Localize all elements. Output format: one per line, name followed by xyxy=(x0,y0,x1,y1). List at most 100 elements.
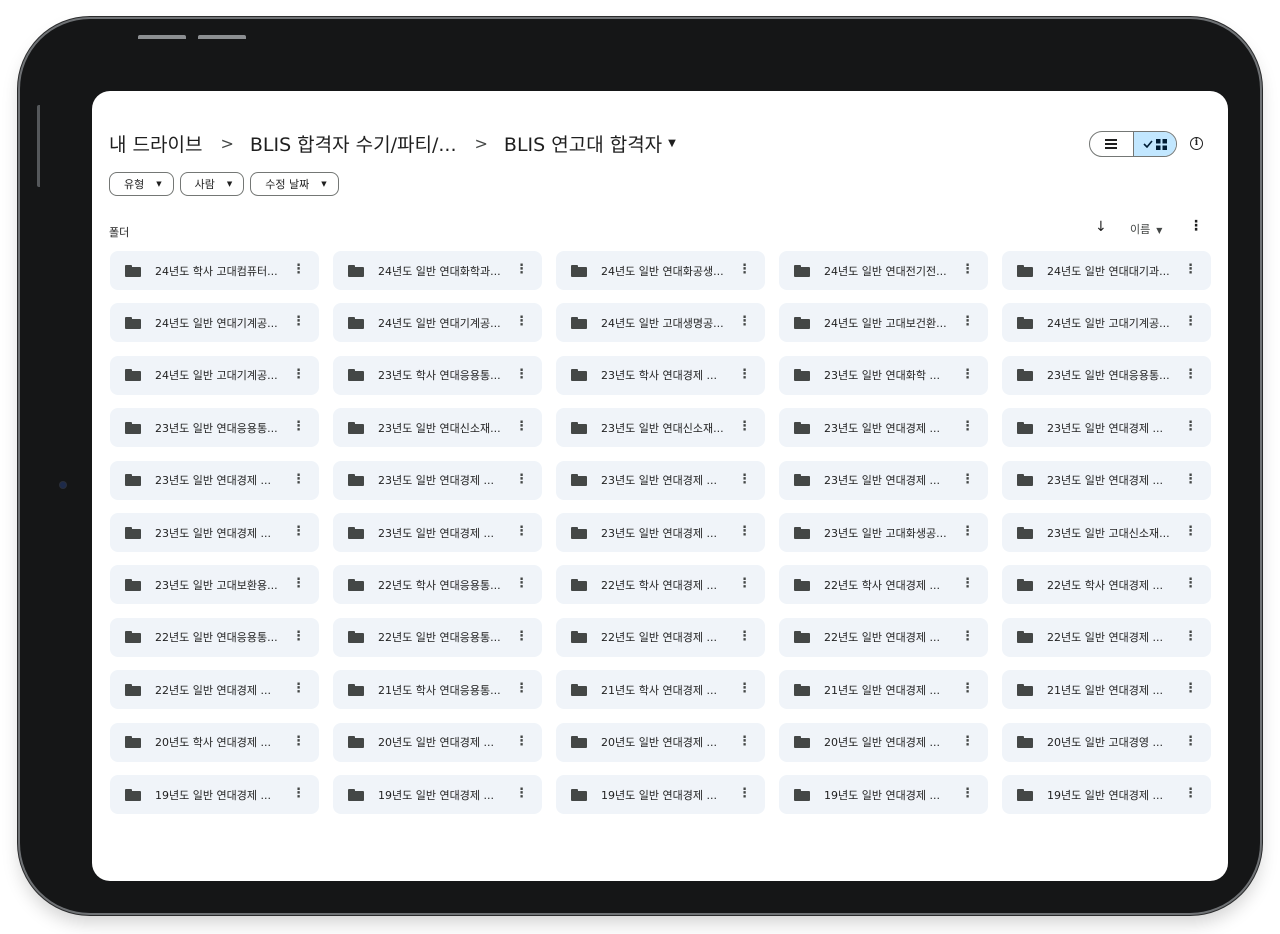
more-vert-icon[interactable]: ⋮ xyxy=(961,734,974,749)
folder-tile[interactable]: 23년도 일반 연대응용통... ⋮ xyxy=(110,408,319,448)
folder-tile[interactable]: 22년도 일반 연대응용통... ⋮ xyxy=(110,617,319,657)
folder-tile[interactable]: 23년도 일반 연대경제 ... ⋮ xyxy=(556,513,765,552)
more-vert-icon[interactable]: ⋮ xyxy=(515,472,528,487)
breadcrumb-current-folder[interactable]: BLIS 연고대 합격자 xyxy=(504,130,662,157)
info-icon[interactable]: i xyxy=(1190,137,1203,150)
more-vert-icon[interactable]: ⋮ xyxy=(515,262,528,277)
more-vert-icon[interactable]: ⋮ xyxy=(515,681,528,696)
folder-tile[interactable]: 23년도 학사 연대경제 ... ⋮ xyxy=(556,355,765,395)
breadcrumb-my-drive[interactable]: 내 드라이브 xyxy=(109,130,202,157)
folder-tile[interactable]: 24년도 일반 연대전기전... ⋮ xyxy=(779,251,988,290)
grid-view-button[interactable] xyxy=(1133,132,1176,156)
folder-tile[interactable]: 20년도 학사 연대경제 ... ⋮ xyxy=(110,722,319,762)
more-vert-icon[interactable]: ⋮ xyxy=(738,734,751,749)
more-vert-icon[interactable]: ⋮ xyxy=(738,786,751,801)
more-vert-icon[interactable]: ⋮ xyxy=(292,472,305,487)
folder-tile[interactable]: 22년도 일반 연대경제 ... ⋮ xyxy=(556,617,765,657)
more-vert-icon[interactable]: ⋮ xyxy=(961,314,974,329)
more-vert-icon[interactable]: ⋮ xyxy=(961,576,974,591)
more-vert-icon[interactable]: ⋮ xyxy=(292,576,305,591)
folder-tile[interactable]: 23년도 일반 연대경제 ... ⋮ xyxy=(110,460,319,500)
folder-tile[interactable]: 23년도 학사 연대응용통... ⋮ xyxy=(333,355,542,395)
folder-tile[interactable]: 23년도 일반 연대화학 ... ⋮ xyxy=(779,355,988,395)
folder-tile[interactable]: 23년도 일반 연대신소재... ⋮ xyxy=(333,408,542,448)
folder-tile[interactable]: 20년도 일반 연대경제 ... ⋮ xyxy=(556,722,765,762)
more-vert-icon[interactable]: ⋮ xyxy=(1184,576,1197,591)
more-vert-icon[interactable]: ⋮ xyxy=(515,419,528,434)
folder-tile[interactable]: 22년도 학사 연대경제 ... ⋮ xyxy=(779,565,988,605)
more-vert-icon[interactable]: ⋮ xyxy=(515,576,528,591)
filter-modified-chip[interactable]: 수정 날짜 ▼ xyxy=(250,172,339,196)
folder-tile[interactable]: 23년도 일반 연대경제 ... ⋮ xyxy=(779,460,988,500)
folder-tile[interactable]: 23년도 일반 연대경제 ... ⋮ xyxy=(1002,408,1211,448)
more-vert-icon[interactable]: ⋮ xyxy=(515,367,528,382)
folder-tile[interactable]: 23년도 일반 연대경제 ... ⋮ xyxy=(110,513,319,552)
folder-tile[interactable]: 23년도 일반 연대경제 ... ⋮ xyxy=(333,460,542,500)
folder-tile[interactable]: 23년도 일반 고대신소재... ⋮ xyxy=(1002,513,1211,552)
folder-tile[interactable]: 21년도 학사 연대경제 ... ⋮ xyxy=(556,670,765,710)
more-vert-icon[interactable]: ⋮ xyxy=(738,576,751,591)
folder-tile[interactable]: 24년도 일반 연대화학과... ⋮ xyxy=(333,251,542,290)
folder-tile[interactable]: 19년도 일반 연대경제 ... ⋮ xyxy=(556,775,765,814)
filter-type-chip[interactable]: 유형 ▼ xyxy=(109,172,174,196)
folder-tile[interactable]: 24년도 일반 연대기계공... ⋮ xyxy=(110,303,319,343)
more-vert-icon[interactable]: ⋮ xyxy=(515,314,528,329)
folder-tile[interactable]: 22년도 일반 연대응용통... ⋮ xyxy=(333,617,542,657)
folder-tile[interactable]: 24년도 일반 연대화공생... ⋮ xyxy=(556,251,765,290)
more-vert-icon[interactable]: ⋮ xyxy=(961,262,974,277)
folder-tile[interactable]: 24년도 학사 고대컴퓨터... ⋮ xyxy=(110,251,319,290)
folder-tile[interactable]: 23년도 일반 연대경제 ... ⋮ xyxy=(779,408,988,448)
more-vert-icon[interactable]: ⋮ xyxy=(738,524,751,539)
breadcrumb-parent-folder[interactable]: BLIS 합격자 수기/파티/... xyxy=(250,130,457,157)
more-vert-icon[interactable]: ⋮ xyxy=(515,629,528,644)
more-vert-icon[interactable]: ⋮ xyxy=(1184,262,1197,277)
more-vert-icon[interactable]: ⋮ xyxy=(961,367,974,382)
folder-tile[interactable]: 23년도 일반 연대신소재... ⋮ xyxy=(556,408,765,448)
more-vert-icon[interactable]: ⋮ xyxy=(961,524,974,539)
folder-tile[interactable]: 22년도 일반 연대경제 ... ⋮ xyxy=(1002,617,1211,657)
more-vert-icon[interactable]: ⋮ xyxy=(738,629,751,644)
more-vert-icon[interactable]: ⋮ xyxy=(292,681,305,696)
folder-tile[interactable]: 22년도 학사 연대응용통... ⋮ xyxy=(333,565,542,605)
folder-tile[interactable]: 24년도 일반 고대기계공... ⋮ xyxy=(110,355,319,395)
more-vert-icon[interactable]: ⋮ xyxy=(738,314,751,329)
more-vert-icon[interactable]: ⋮ xyxy=(292,262,305,277)
folder-tile[interactable]: 23년도 일반 연대경제 ... ⋮ xyxy=(556,460,765,500)
list-view-button[interactable] xyxy=(1090,132,1134,156)
more-vert-icon[interactable]: ⋮ xyxy=(1184,419,1197,434)
folder-tile[interactable]: 23년도 일반 연대경제 ... ⋮ xyxy=(1002,460,1211,500)
more-vert-icon[interactable]: ⋮ xyxy=(1184,786,1197,801)
folder-tile[interactable]: 21년도 학사 연대응용통... ⋮ xyxy=(333,670,542,710)
folder-tile[interactable]: 19년도 일반 연대경제 ... ⋮ xyxy=(333,775,542,814)
folder-tile[interactable]: 20년도 일반 연대경제 ... ⋮ xyxy=(333,722,542,762)
more-vert-icon[interactable]: ⋮ xyxy=(961,681,974,696)
filter-people-chip[interactable]: 사람 ▼ xyxy=(179,172,245,196)
more-vert-icon[interactable]: ⋮ xyxy=(292,419,305,434)
more-vert-icon[interactable]: ⋮ xyxy=(738,262,751,277)
folder-tile[interactable]: 23년도 일반 고대보환용... ⋮ xyxy=(110,565,319,605)
more-vert-icon[interactable]: ⋮ xyxy=(292,367,305,382)
more-vert-icon[interactable]: ⋮ xyxy=(1184,681,1197,696)
folder-tile[interactable]: 24년도 일반 고대기계공... ⋮ xyxy=(1002,303,1211,343)
folder-tile[interactable]: 23년도 일반 연대응용통... ⋮ xyxy=(1002,355,1211,395)
caret-down-icon[interactable]: ▼ xyxy=(668,138,676,149)
more-vert-icon[interactable]: ⋮ xyxy=(1184,367,1197,382)
more-vert-icon[interactable]: ⋮ xyxy=(292,524,305,539)
more-vert-icon[interactable]: ⋮ xyxy=(515,734,528,749)
folder-tile[interactable]: 23년도 일반 고대화생공... ⋮ xyxy=(779,513,988,552)
more-vert-icon[interactable]: ⋮ xyxy=(1184,314,1197,329)
more-vert-icon[interactable]: ⋮ xyxy=(515,786,528,801)
folder-tile[interactable]: 24년도 일반 고대보건환... ⋮ xyxy=(779,303,988,343)
folder-tile[interactable]: 19년도 일반 연대경제 ... ⋮ xyxy=(110,775,319,814)
more-vert-icon[interactable]: ⋮ xyxy=(738,681,751,696)
more-vert-icon[interactable]: ⋮ xyxy=(515,524,528,539)
folder-tile[interactable]: 20년도 일반 연대경제 ... ⋮ xyxy=(779,722,988,762)
more-vert-icon[interactable]: ⋮ xyxy=(961,786,974,801)
more-vert-icon[interactable]: ⋮ xyxy=(292,734,305,749)
folder-tile[interactable]: 24년도 일반 연대대기과... ⋮ xyxy=(1002,251,1211,290)
more-vert-icon[interactable]: ⋮ xyxy=(1184,472,1197,487)
folder-tile[interactable]: 19년도 일반 연대경제 ... ⋮ xyxy=(779,775,988,814)
more-vert-icon[interactable]: ⋮ xyxy=(292,314,305,329)
folder-tile[interactable]: 22년도 일반 연대경제 ... ⋮ xyxy=(779,617,988,657)
more-vert-icon[interactable]: ⋮ xyxy=(292,786,305,801)
